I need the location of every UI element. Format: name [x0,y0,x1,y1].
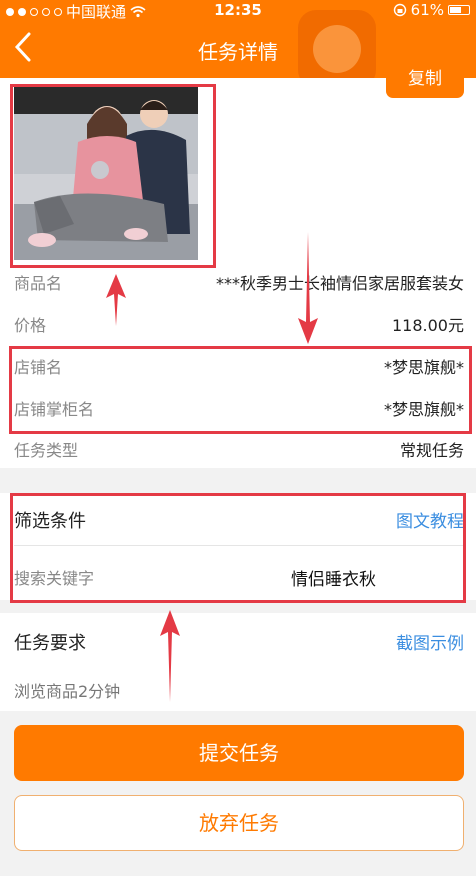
assistive-touch-dot [313,25,361,73]
requirement-card: 任务要求 截图示例 浏览商品2分钟 [0,613,476,711]
submit-task-button[interactable]: 提交任务 [14,725,464,781]
status-right: 61% [393,1,470,19]
annotation-arrow-up-icon [160,610,180,702]
orientation-lock-icon [393,3,406,17]
annotation-arrow-down-icon [298,232,318,344]
screenshot-example-link[interactable]: 截图示例 [396,629,464,654]
battery-fill [450,7,461,13]
product-name-label: 商品名 [14,274,63,293]
annotation-box-shop [9,346,472,434]
task-type-value: 常规任务 [399,441,464,460]
requirement-description: 浏览商品2分钟 [14,682,121,701]
annotation-box-image [10,84,216,268]
task-type-label: 任务类型 [14,441,79,460]
annotation-box-filter [10,493,466,603]
assistive-touch-button[interactable] [298,10,376,88]
product-name-value: ***秋季男士长袖情侣家居服套装女 [215,274,464,293]
info-row: 价格 118.00元 [14,302,464,342]
price-label: 价格 [14,316,47,335]
battery-percent: 61% [410,1,444,19]
price-value: 118.00元 [392,316,464,335]
annotation-arrow-up-icon [106,274,126,326]
requirement-title: 任务要求 [14,633,86,654]
copy-button[interactable]: 复制 [386,60,464,98]
battery-icon [448,5,470,15]
status-bar: 中国联通 12:35 61% [0,0,476,22]
abandon-task-button[interactable]: 放弃任务 [14,795,464,851]
